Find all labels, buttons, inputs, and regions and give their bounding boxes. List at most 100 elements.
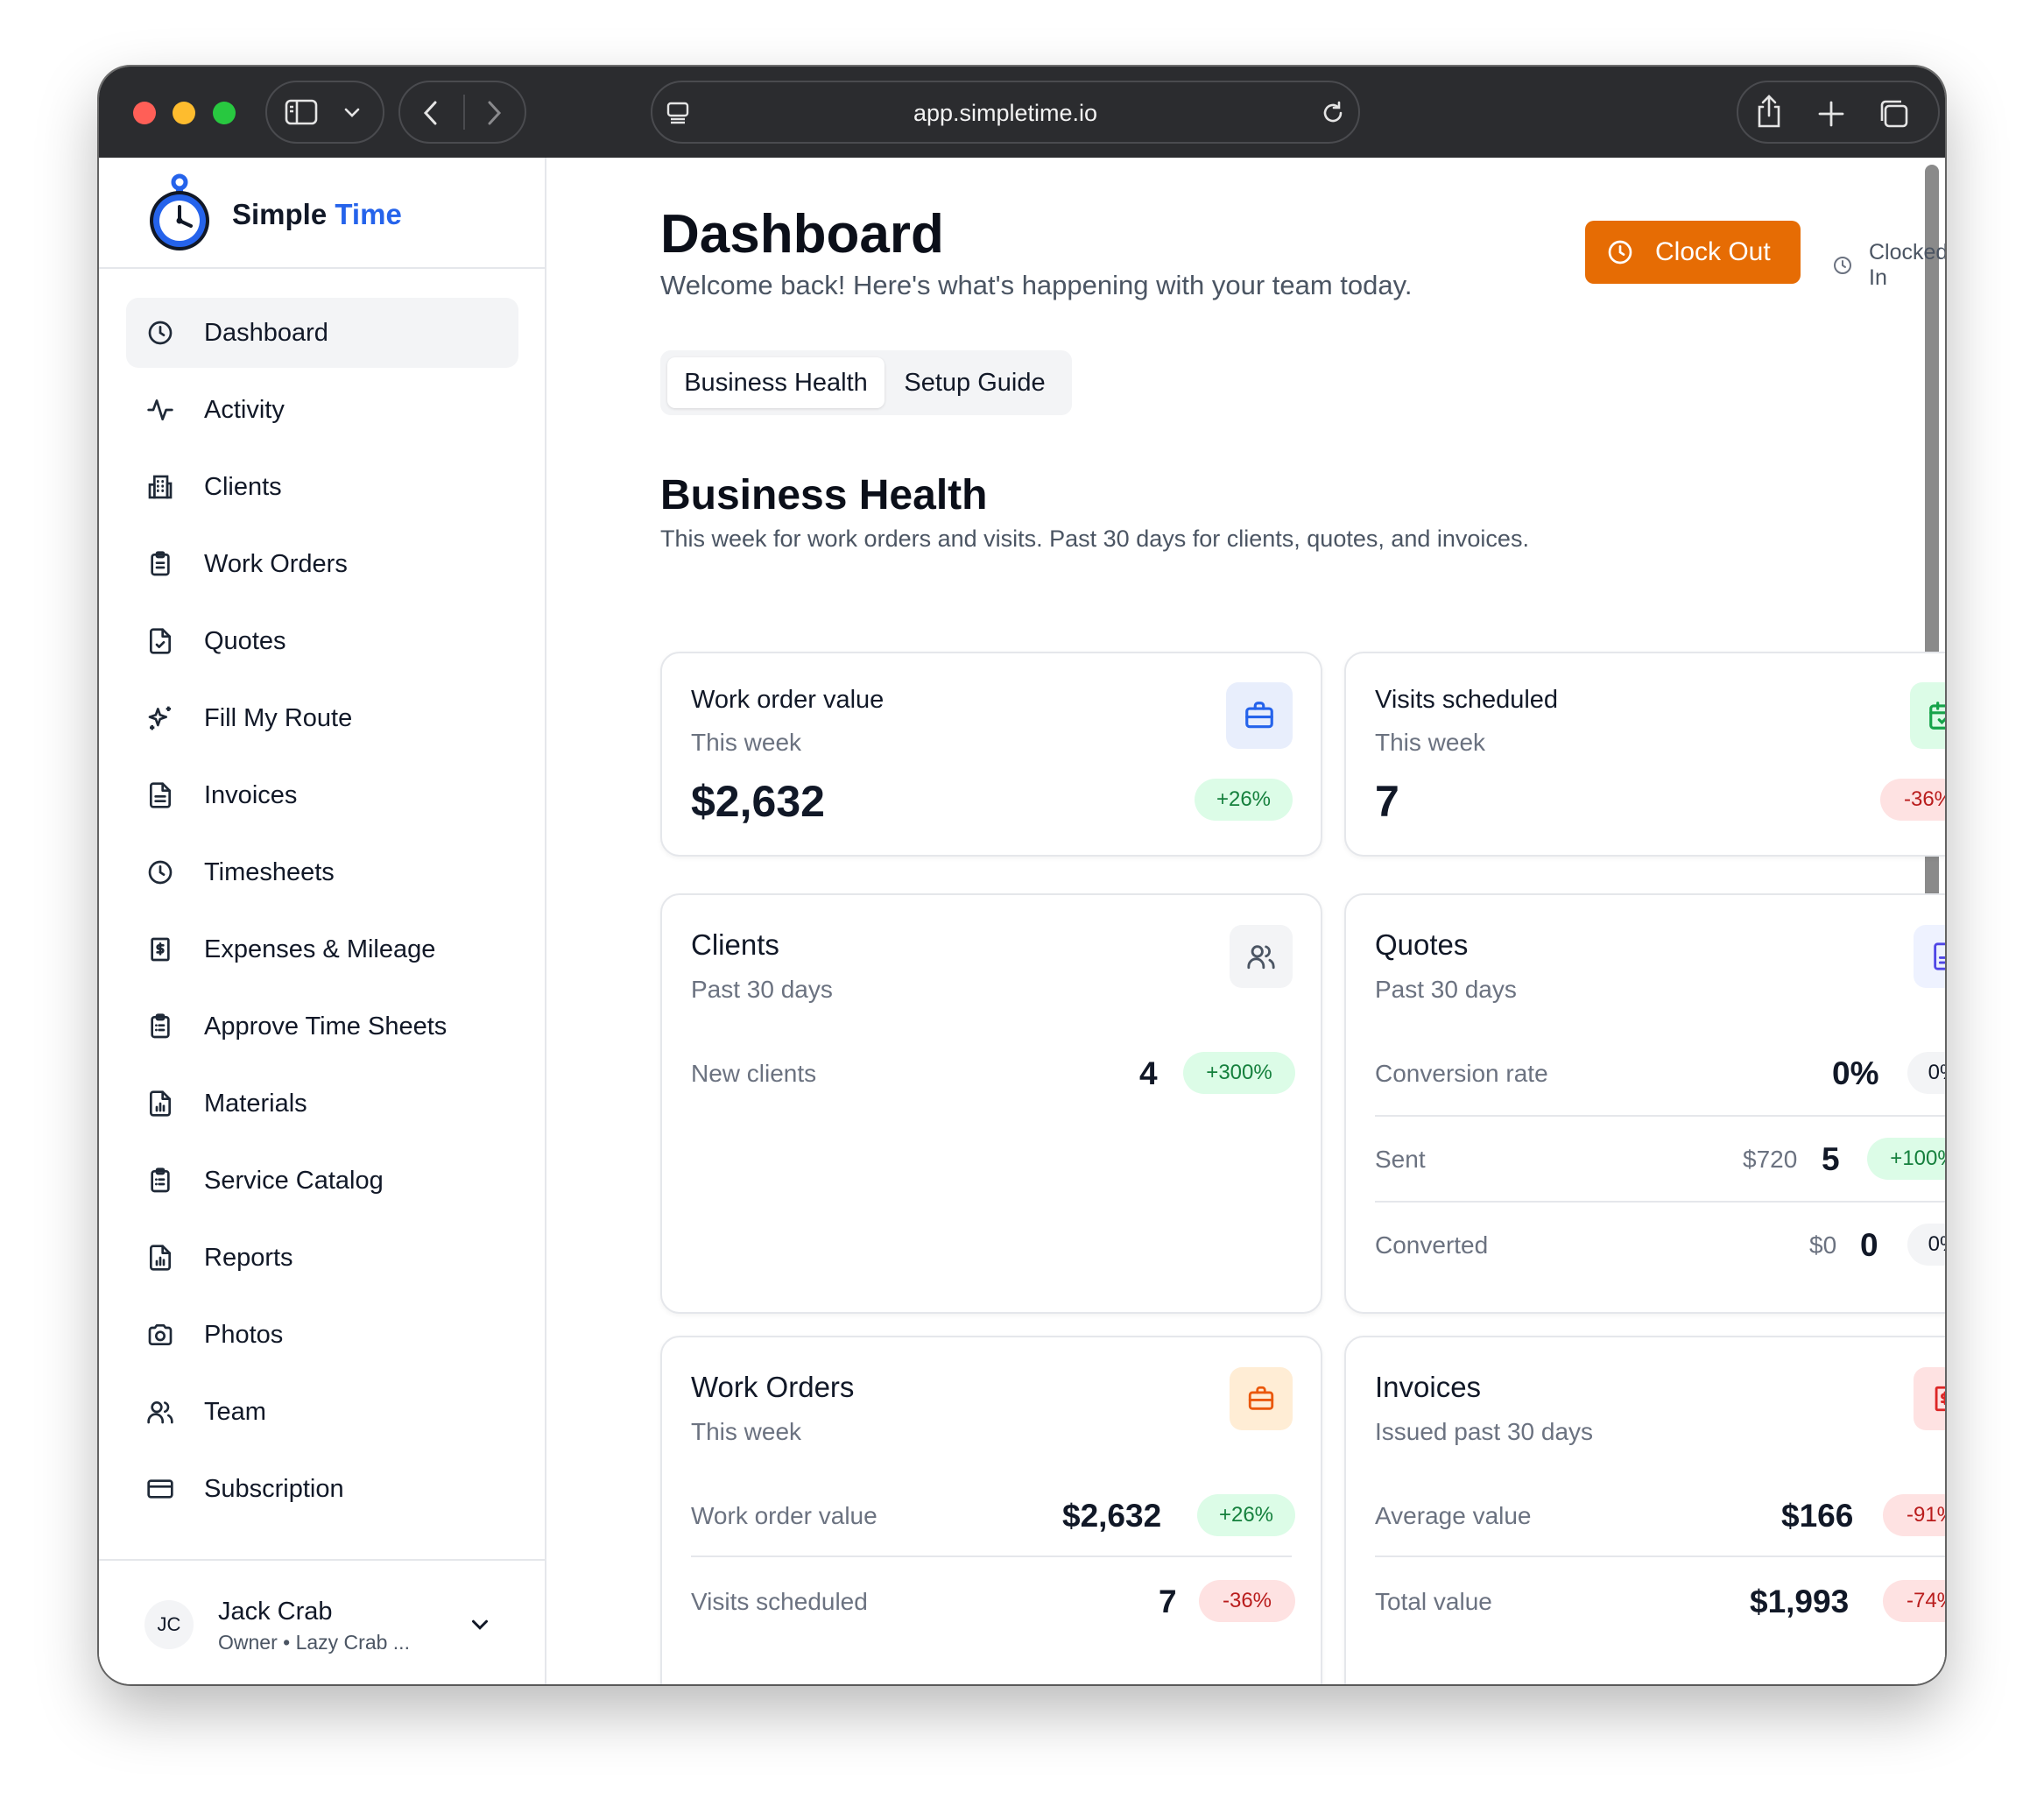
brand-header[interactable]: Simple Time <box>99 158 545 269</box>
sparkles-icon <box>145 703 175 733</box>
activity-icon <box>145 395 175 425</box>
sidebar-item-label: Activity <box>204 395 285 424</box>
calendar-check-icon <box>1910 682 1945 749</box>
row-divider <box>1375 1115 1945 1117</box>
minimize-window-button[interactable] <box>173 102 195 124</box>
file-check-icon <box>145 626 175 656</box>
sidebar-item-invoices[interactable]: Invoices <box>126 760 518 830</box>
sidebar-item-subscription[interactable]: Subscription <box>126 1454 518 1524</box>
card-title: Work order value <box>691 686 885 714</box>
card-period: This week <box>1375 729 1486 756</box>
dashboard-tabs: Business Health Setup Guide <box>660 350 1072 415</box>
chevron-down-icon[interactable] <box>467 1612 493 1642</box>
brand-name: Simple Time <box>232 198 402 231</box>
sidebar-item-work-orders[interactable]: Work Orders <box>126 529 518 599</box>
change-badge: -91% <box>1883 1494 1945 1536</box>
url-text[interactable]: app.simpletime.io <box>652 100 1358 127</box>
metric-row: New clients 4 +300% <box>691 1044 1295 1102</box>
sidebar: Simple Time Dashboard Activity Clients W… <box>99 158 546 1684</box>
sidebar-item-label: Work Orders <box>204 549 348 578</box>
work-orders-card[interactable]: Work Orders This week Work order value $… <box>660 1336 1322 1684</box>
metric-value: 7 <box>1159 1584 1177 1619</box>
card-title: Visits scheduled <box>1375 686 1559 714</box>
sidebar-item-label: Subscription <box>204 1474 344 1503</box>
briefcase-icon <box>1230 1367 1293 1430</box>
work-order-value-card[interactable]: Work order value This week $2,632 +26% <box>660 652 1322 857</box>
clock-out-label: Clock Out <box>1655 237 1771 266</box>
address-bar[interactable]: app.simpletime.io <box>651 81 1360 144</box>
sidebar-item-reports[interactable]: Reports <box>126 1223 518 1293</box>
metric-label: Converted <box>1375 1231 1489 1259</box>
card-period: Issued past 30 days <box>1375 1418 1594 1445</box>
card-title: Work Orders <box>691 1371 855 1403</box>
change-badge: 0% <box>1907 1224 1945 1266</box>
clients-card[interactable]: Clients Past 30 days New clients 4 +300% <box>660 893 1322 1314</box>
briefcase-icon <box>1226 682 1293 749</box>
metric-row: Visits scheduled 7 -36% <box>691 1572 1295 1630</box>
sidebar-item-service-catalog[interactable]: Service Catalog <box>126 1146 518 1216</box>
sidebar-item-label: Quotes <box>204 626 286 655</box>
visits-scheduled-card[interactable]: Visits scheduled This week 7 -36% <box>1344 652 1945 857</box>
file-text-icon <box>1914 925 1945 988</box>
sidebar-item-clients[interactable]: Clients <box>126 452 518 522</box>
sidebar-item-label: Fill My Route <box>204 703 353 732</box>
sidebar-item-fill-my-route[interactable]: Fill My Route <box>126 683 518 753</box>
clock-icon <box>145 857 175 887</box>
sidebar-item-materials[interactable]: Materials <box>126 1069 518 1139</box>
sidebar-item-expenses-mileage[interactable]: Expenses & Mileage <box>126 914 518 984</box>
back-icon[interactable] <box>419 98 444 132</box>
page-title: Dashboard <box>660 204 944 265</box>
tab-business-health[interactable]: Business Health <box>667 357 885 408</box>
change-badge: 0% <box>1907 1052 1945 1094</box>
card-period: Past 30 days <box>1375 976 1517 1003</box>
clock-out-button[interactable]: Clock Out <box>1585 221 1801 284</box>
file-text-icon <box>145 780 175 810</box>
sidebar-item-label: Expenses & Mileage <box>204 935 436 963</box>
change-badge: -36% <box>1199 1580 1295 1622</box>
sidebar-item-photos[interactable]: Photos <box>126 1300 518 1370</box>
change-badge: -36% <box>1880 779 1945 821</box>
user-menu[interactable]: JC Jack Crab Owner • Lazy Crab ... <box>99 1559 545 1684</box>
sidebar-item-activity[interactable]: Activity <box>126 375 518 445</box>
metric-label: Conversion rate <box>1375 1060 1548 1087</box>
section-subtitle: This week for work orders and visits. Pa… <box>660 526 1529 552</box>
sidebar-icon[interactable] <box>285 98 318 131</box>
clipboard-list-icon <box>145 1012 175 1041</box>
metric-label: Average value <box>1375 1502 1532 1529</box>
invoices-card[interactable]: Invoices Issued past 30 days Average val… <box>1344 1336 1945 1684</box>
page-subtitle: Welcome back! Here's what's happening wi… <box>660 270 1413 300</box>
zoom-window-button[interactable] <box>213 102 236 124</box>
reload-icon[interactable] <box>1320 100 1346 131</box>
sidebar-toggle-group <box>265 81 384 144</box>
metric-label: Sent <box>1375 1146 1426 1173</box>
metric-label: Visits scheduled <box>691 1588 868 1615</box>
sidebar-item-label: Approve Time Sheets <box>204 1012 448 1041</box>
sidebar-item-label: Reports <box>204 1243 293 1272</box>
card-title: Invoices <box>1375 1371 1482 1403</box>
row-divider <box>691 1556 1292 1557</box>
forward-icon[interactable] <box>481 98 505 132</box>
metric-value: 0% <box>1832 1055 1879 1091</box>
chevron-down-icon[interactable] <box>342 103 362 127</box>
metric-row: Average value $166 -91% <box>1375 1486 1945 1544</box>
new-tab-icon[interactable] <box>1817 100 1845 132</box>
quotes-card[interactable]: Quotes Past 30 days Conversion rate 0% 0… <box>1344 893 1945 1314</box>
tab-overview-icon[interactable] <box>1877 98 1910 134</box>
metric-row: Conversion rate 0% 0% <box>1375 1044 1945 1102</box>
stopwatch-logo-icon <box>144 173 215 258</box>
close-window-button[interactable] <box>133 102 156 124</box>
sidebar-item-quotes[interactable]: Quotes <box>126 606 518 676</box>
row-divider <box>1375 1201 1945 1203</box>
section-title: Business Health <box>660 472 988 519</box>
nav-divider <box>463 95 465 130</box>
sidebar-item-approve-time-sheets[interactable]: Approve Time Sheets <box>126 991 518 1062</box>
sidebar-item-label: Invoices <box>204 780 298 809</box>
tab-setup-guide[interactable]: Setup Guide <box>885 357 1065 408</box>
metric-label: Total value <box>1375 1588 1492 1615</box>
sidebar-item-dashboard[interactable]: Dashboard <box>126 298 518 368</box>
share-icon[interactable] <box>1754 93 1784 134</box>
sidebar-item-team[interactable]: Team <box>126 1377 518 1447</box>
card-title: Quotes <box>1375 928 1469 961</box>
browser-toolbar: app.simpletime.io <box>99 67 1945 158</box>
sidebar-item-timesheets[interactable]: Timesheets <box>126 837 518 907</box>
